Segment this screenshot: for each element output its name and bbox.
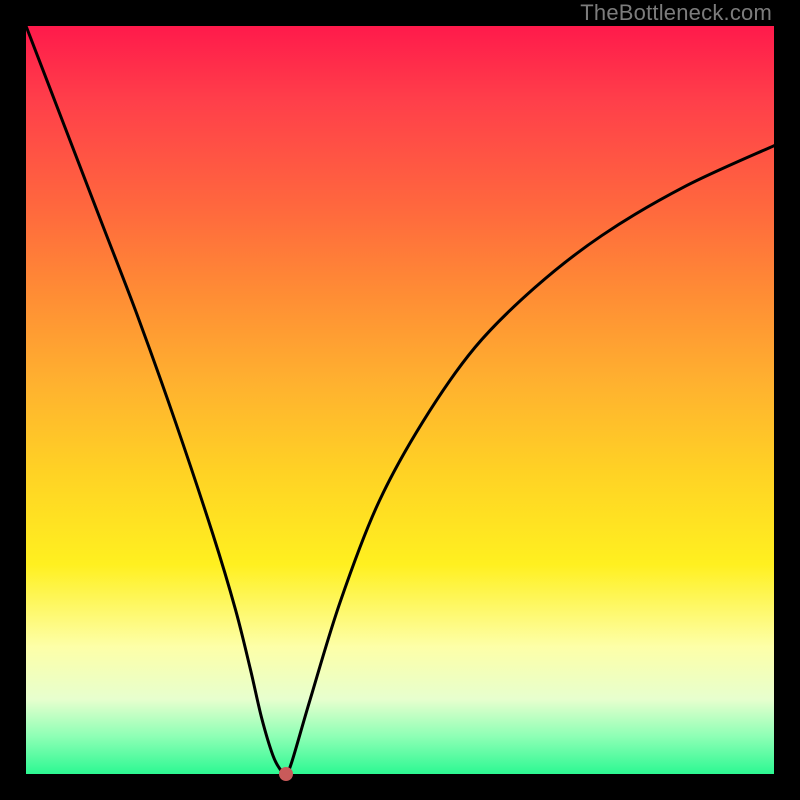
- watermark-text: TheBottleneck.com: [580, 0, 772, 26]
- outer-frame: TheBottleneck.com: [0, 0, 800, 800]
- minimum-point-marker: [279, 767, 293, 781]
- bottleneck-curve: [26, 26, 774, 774]
- plot-area: [26, 26, 774, 774]
